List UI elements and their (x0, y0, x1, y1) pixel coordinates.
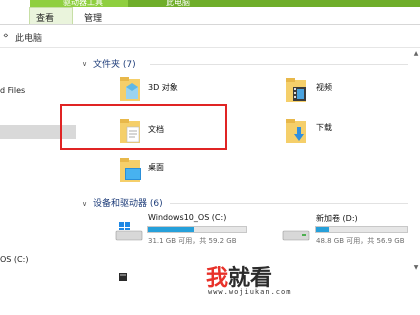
folder-label-videos: 视频 (316, 83, 332, 92)
vertical-scrollbar[interactable]: ▲ ▼ (412, 48, 420, 315)
folder-3d-icon (120, 77, 140, 101)
tab-manage[interactable]: 管理 (84, 11, 102, 24)
folder-downloads[interactable] (284, 117, 310, 149)
folder-videos-icon (286, 78, 306, 102)
folder-desktop-icon (120, 158, 141, 182)
scroll-down-icon[interactable]: ▼ (412, 264, 420, 271)
folder-desktop[interactable] (118, 156, 144, 188)
drive-removable[interactable] (117, 268, 131, 287)
context-tab-band: 驱动器工具 (30, 0, 128, 7)
folder-label-downloads: 下载 (316, 123, 332, 132)
drive-c-icon (115, 222, 143, 241)
collapse-folders-icon[interactable]: ∨ (82, 60, 87, 68)
drive-c[interactable] (115, 219, 143, 247)
folder-videos[interactable] (284, 76, 310, 108)
drive-removable-icon (119, 273, 127, 281)
context-strip: 此电脑 (78, 0, 420, 7)
nav-item-files[interactable]: d Files (0, 86, 25, 95)
scroll-up-icon[interactable]: ▲ (412, 50, 420, 57)
context-strip-label: 此电脑 (166, 0, 190, 7)
ribbon-divider (0, 24, 420, 25)
drive-c-usage-bar (147, 226, 247, 233)
tab-view[interactable]: 查看 (36, 11, 54, 24)
drive-c-usage-fill (148, 227, 195, 232)
ribbon: 此电脑 驱动器工具 查看 管理 (0, 0, 420, 24)
drive-d-free-text: 48.8 GB 可用，共 56.9 GB (316, 237, 405, 245)
drive-c-name: Windows10_OS (C:) (148, 213, 227, 222)
highlight-box-documents (60, 104, 227, 150)
location-label[interactable]: 此电脑 (15, 31, 42, 44)
nav-item-os-drive[interactable]: OS (C:) (0, 255, 28, 264)
drive-d-usage-fill (316, 227, 329, 232)
drive-c-free-text: 31.1 GB 可用，共 59.2 GB (148, 237, 237, 245)
drives-section-line (170, 203, 408, 204)
drives-section-title[interactable]: 设备和驱动器 (6) (93, 196, 163, 209)
folder-downloads-icon (286, 119, 306, 143)
path-separator: › (5, 31, 9, 41)
folder-3d-objects[interactable] (118, 75, 144, 107)
folder-label-desktop: 桌面 (148, 163, 164, 172)
drive-d-usage-bar (315, 226, 408, 233)
drive-d-icon (282, 230, 310, 241)
drive-d-name: 新加卷 (D:) (316, 214, 358, 223)
folders-section-line (150, 64, 408, 65)
drive-d[interactable] (282, 222, 310, 248)
address-bar[interactable]: ‹ › 此电脑 (0, 27, 420, 46)
navigation-pane: d Files OS (C:) (0, 48, 78, 315)
folders-section-title[interactable]: 文件夹 (7) (93, 57, 136, 70)
watermark-url: www.wojiukan.com (208, 288, 292, 296)
collapse-drives-icon[interactable]: ∨ (82, 200, 87, 208)
folder-label-3d: 3D 对象 (148, 83, 178, 92)
